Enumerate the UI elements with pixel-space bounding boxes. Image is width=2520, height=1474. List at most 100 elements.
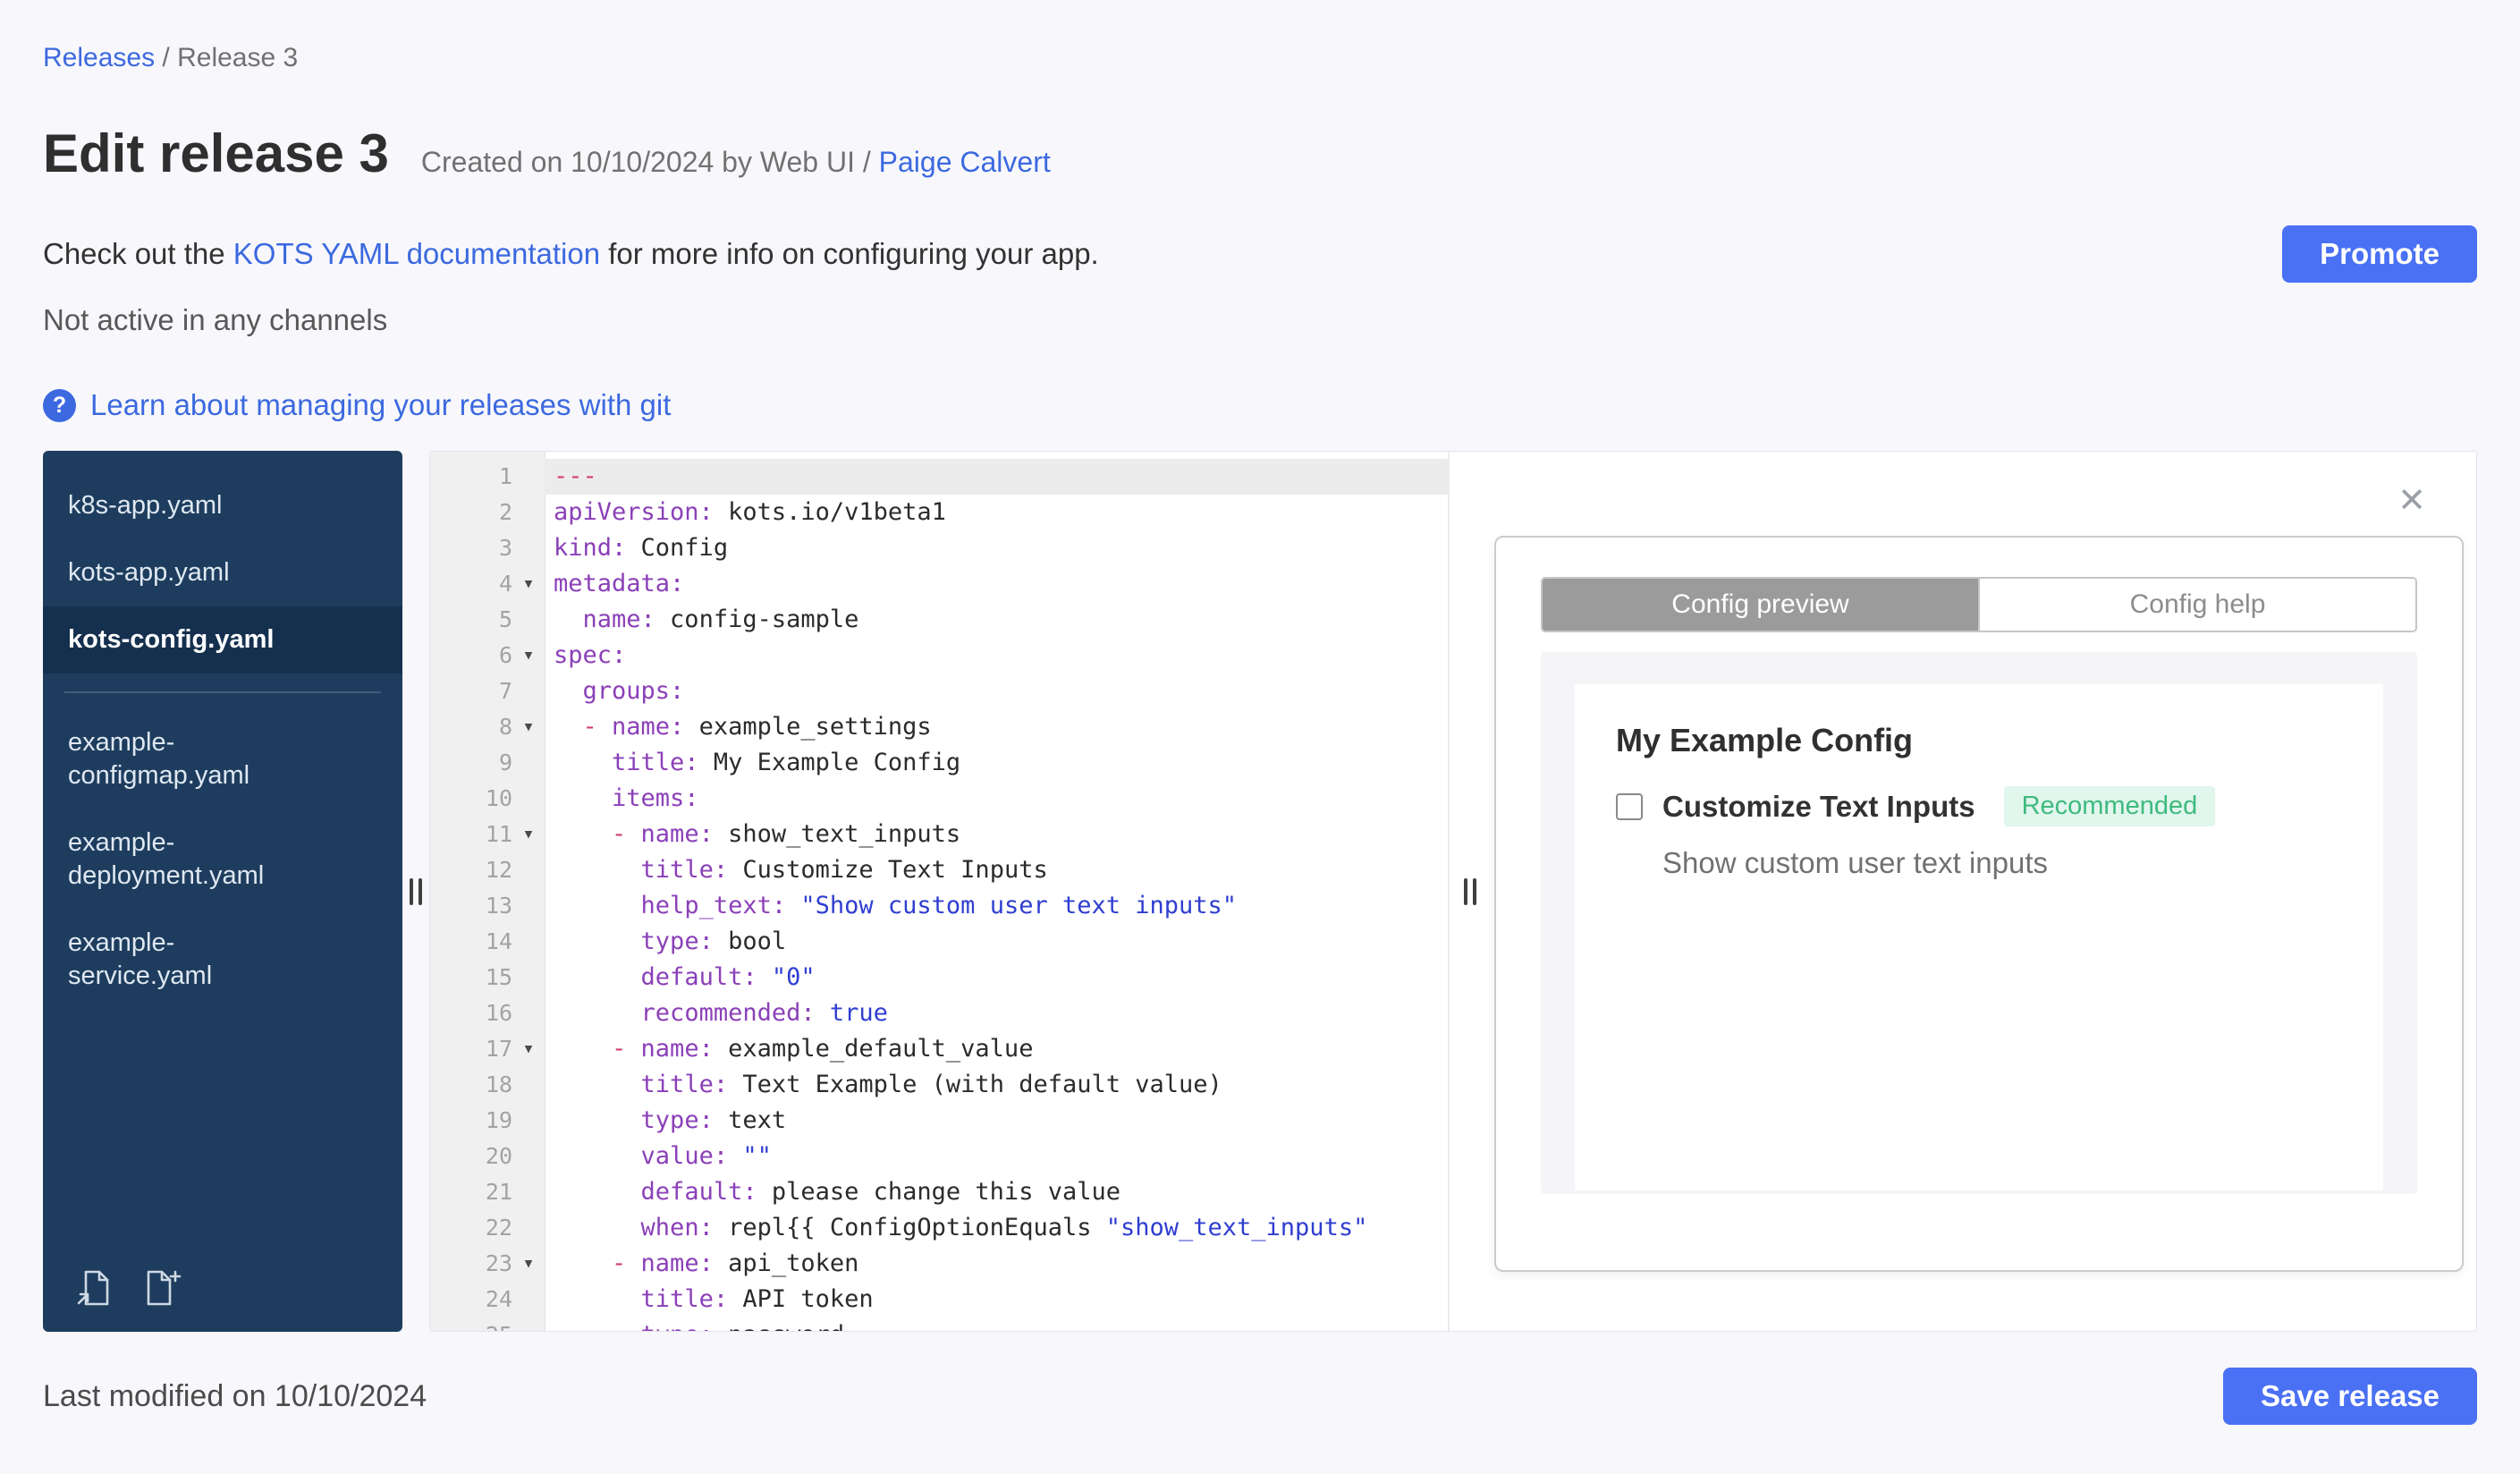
config-preview-card: My Example Config Customize Text Inputs … (1575, 684, 2383, 1190)
line-number: 5 (498, 606, 512, 632)
code-text: type: text (640, 1106, 787, 1134)
code-line[interactable]: 21 default: please change this value (430, 1174, 1448, 1210)
code-text: recommended: true (640, 999, 888, 1027)
code-line[interactable]: 4 ▾ metadata: (430, 566, 1448, 602)
file-list-bottom: example-configmap.yaml example-deployment… (43, 709, 402, 1010)
sidebar-file-item[interactable]: example-deployment.yaml (43, 809, 402, 910)
close-panel-icon[interactable]: ✕ (2397, 484, 2426, 518)
code-line[interactable]: 1 --- (430, 459, 1448, 495)
last-modified-text: Last modified on 10/10/2024 (43, 1378, 427, 1413)
customize-text-inputs-checkbox[interactable] (1616, 792, 1643, 820)
line-number: 12 (485, 857, 512, 883)
sidebar-file-item[interactable]: kots-app.yaml (43, 539, 402, 606)
code-line[interactable]: 15 default: "0" (430, 960, 1448, 995)
code-line[interactable]: 6 ▾ spec: (430, 638, 1448, 673)
code-line[interactable]: 3 kind: Config (430, 530, 1448, 566)
breadcrumb-releases-link[interactable]: Releases (43, 43, 155, 72)
recommended-badge: Recommended (2003, 786, 2216, 826)
code-line[interactable]: 25 type: password (430, 1317, 1448, 1331)
code-line[interactable]: 14 type: bool (430, 924, 1448, 960)
line-number: 13 (485, 893, 512, 919)
doc-row: Check out the KOTS YAML documentation fo… (43, 225, 2477, 283)
line-number: 4 (498, 571, 512, 597)
code-line[interactable]: 13 help_text: "Show custom user text inp… (430, 888, 1448, 924)
line-number: 23 (485, 1250, 512, 1276)
code-line[interactable]: 22 when: repl{{ ConfigOptionEquals "show… (430, 1210, 1448, 1246)
fold-arrow-icon[interactable]: ▾ (512, 817, 545, 852)
line-number: 14 (485, 928, 512, 954)
editor-container: 1 --- 2 apiVersion: kots.io/v1beta1 3 kind: C… (429, 451, 2477, 1332)
code-text: title: Text Example (with default value) (640, 1071, 1222, 1098)
sidebar-resize-handle[interactable] (402, 451, 429, 1332)
config-item-label[interactable]: Customize Text Inputs (1662, 790, 1975, 824)
yaml-code-editor[interactable]: 1 --- 2 apiVersion: kots.io/v1beta1 3 kind: C… (430, 452, 1448, 1331)
sidebar-file-item[interactable]: k8s-app.yaml (43, 472, 402, 539)
config-group-title: My Example Config (1616, 722, 1914, 758)
code-line[interactable]: 12 title: Customize Text Inputs (430, 852, 1448, 888)
sidebar-file-item[interactable]: example-service.yaml (43, 910, 402, 1010)
code-line[interactable]: 23 ▾ - name: api_token (430, 1246, 1448, 1282)
panel-resize-handle[interactable] (1464, 877, 1476, 905)
breadcrumb-separator: / (162, 43, 170, 72)
upload-file-icon[interactable] (73, 1267, 114, 1309)
code-line[interactable]: 16 recommended: true (430, 995, 1448, 1031)
code-line[interactable]: 11 ▾ - name: show_text_inputs (430, 817, 1448, 852)
code-text: groups: (582, 677, 685, 705)
git-help-link[interactable]: Learn about managing your releases with … (90, 388, 671, 422)
breadcrumb: Releases / Release 3 (43, 43, 2477, 73)
fold-arrow-icon[interactable]: ▾ (512, 1246, 545, 1282)
new-file-icon[interactable] (141, 1267, 182, 1309)
code-line[interactable]: 2 apiVersion: kots.io/v1beta1 (430, 495, 1448, 530)
code-text: - name: example_settings (582, 713, 932, 741)
config-item-help-text: Show custom user text inputs (1662, 846, 2049, 879)
file-sidebar: k8s-app.yaml kots-app.yaml kots-config.yam… (43, 451, 402, 1332)
fold-arrow-icon[interactable]: ▾ (512, 566, 545, 602)
workspace: k8s-app.yaml kots-app.yaml kots-config.yam… (43, 451, 2477, 1332)
code-line[interactable]: 18 title: Text Example (with default val… (430, 1067, 1448, 1103)
code-line[interactable]: 7 groups: (430, 673, 1448, 709)
code-line[interactable]: 5 name: config-sample (430, 602, 1448, 638)
code-line[interactable]: 24 title: API token (430, 1282, 1448, 1317)
code-line[interactable]: 17 ▾ - name: example_default_value (430, 1031, 1448, 1067)
code-text: type: bool (640, 928, 787, 955)
fold-arrow-icon[interactable]: ▾ (512, 709, 545, 745)
code-line[interactable]: 8 ▾ - name: example_settings (430, 709, 1448, 745)
sidebar-file-item[interactable]: example-configmap.yaml (43, 709, 402, 809)
code-text: title: Customize Text Inputs (640, 856, 1048, 884)
code-text: --- (545, 459, 1448, 495)
promote-button[interactable]: Promote (2282, 225, 2477, 283)
fold-arrow-icon[interactable]: ▾ (512, 1031, 545, 1067)
line-number: 3 (498, 535, 512, 561)
question-circle-icon: ? (43, 388, 76, 422)
code-text: items: (612, 784, 699, 812)
code-line[interactable]: 9 title: My Example Config (430, 745, 1448, 781)
line-number: 25 (430, 1317, 512, 1331)
code-text: title: My Example Config (612, 749, 961, 776)
doc-text-after: for more info on configuring your app. (600, 237, 1099, 270)
code-line[interactable]: 20 value: "" (430, 1139, 1448, 1174)
tab-config-preview[interactable]: Config preview (1543, 579, 1978, 631)
kots-docs-link[interactable]: KOTS YAML documentation (233, 237, 600, 270)
code-text: - name: show_text_inputs (612, 820, 961, 848)
author-link[interactable]: Paige Calvert (879, 146, 1051, 178)
code-line[interactable]: 10 items: (430, 781, 1448, 817)
line-number: 8 (498, 714, 512, 740)
release-editor-page: Releases / Release 3 Edit release 3 Crea… (0, 0, 2520, 1474)
breadcrumb-current: Release 3 (177, 43, 299, 72)
sidebar-file-item[interactable]: kots-config.yaml (43, 606, 402, 673)
page-title: Edit release 3 (43, 123, 389, 183)
fold-arrow-icon[interactable]: ▾ (512, 638, 545, 673)
code-line[interactable]: 19 type: text (430, 1103, 1448, 1139)
tab-config-help[interactable]: Config help (1978, 579, 2415, 631)
save-release-button[interactable]: Save release (2222, 1368, 2477, 1425)
